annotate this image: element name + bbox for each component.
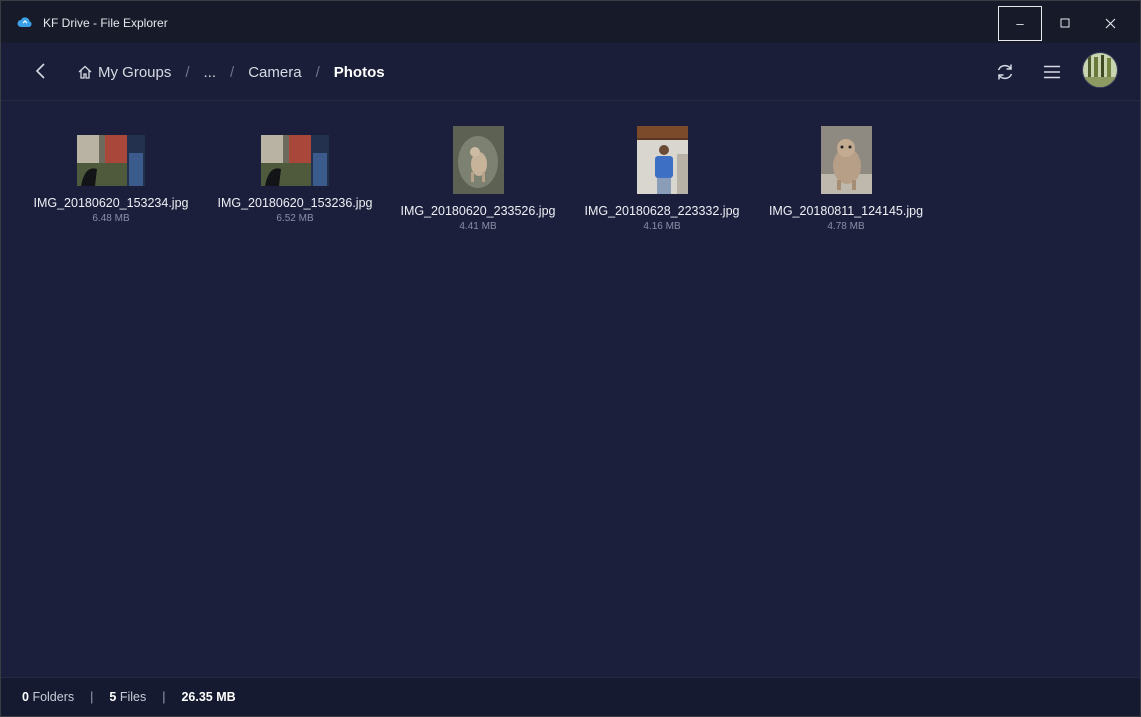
breadcrumb-home[interactable]: My Groups [77,64,171,81]
file-name: IMG_20180811_124145.jpg [768,204,924,218]
file-thumbnail [77,135,145,186]
close-button[interactable] [1088,5,1132,41]
file-name: IMG_20180620_233526.jpg [400,204,556,218]
file-item[interactable]: IMG_20180620_153234.jpg 6.48 MB [19,125,203,224]
file-size: 4.41 MB [459,221,497,232]
file-item[interactable]: IMG_20180620_153236.jpg 6.52 MB [203,125,387,224]
file-grid: IMG_20180620_153234.jpg 6.48 MB IMG_2018… [1,101,1140,678]
file-item[interactable]: IMG_20180628_223332.jpg 4.16 MB [570,125,754,232]
back-arrow-icon[interactable] [31,61,51,81]
file-name: IMG_20180620_153234.jpg [33,196,189,210]
menu-icon[interactable] [1041,61,1063,83]
file-size: 6.52 MB [276,213,314,224]
close-icon [1105,18,1115,28]
status-bar: 0 Folders | 5 Files | 26.35 MB [1,677,1140,716]
cloud-icon [17,17,32,27]
breadcrumb-ellipsis[interactable]: ... [204,64,217,81]
avatar[interactable] [1082,52,1118,88]
file-thumbnail [452,126,504,194]
maximize-button[interactable] [1043,5,1087,41]
file-size: 4.16 MB [643,221,681,232]
breadcrumb: My Groups / ... / Camera / Photos [77,62,385,82]
title-bar: KF Drive - File Explorer – [1,1,1140,43]
file-thumbnail [261,135,329,186]
maximize-icon [1060,18,1070,28]
status-divider: | [162,690,166,704]
file-thumbnail [820,126,872,194]
file-name: IMG_20180628_223332.jpg [584,204,740,218]
refresh-icon[interactable] [994,61,1016,83]
file-thumbnail [636,126,688,194]
folders-label: Folders [32,690,75,704]
file-item[interactable]: IMG_20180620_233526.jpg 4.41 MB [386,125,570,232]
toolbar: My Groups / ... / Camera / Photos [1,43,1140,101]
files-label: Files [119,690,147,704]
breadcrumb-camera[interactable]: Camera [248,64,301,81]
minimize-button[interactable]: – [998,6,1042,41]
window-title: KF Drive - File Explorer [43,16,168,30]
file-name: IMG_20180620_153236.jpg [217,196,373,210]
total-size: 26.35 MB [181,690,236,704]
breadcrumb-separator: / [230,63,235,81]
folders-count: 0 [22,690,29,704]
app-window: KF Drive - File Explorer – My Groups / .… [0,0,1141,717]
minimize-icon: – [1016,16,1024,31]
file-size: 4.78 MB [827,221,865,232]
status-divider: | [90,690,94,704]
file-item[interactable]: IMG_20180811_124145.jpg 4.78 MB [754,125,938,232]
breadcrumb-current: Photos [333,63,385,81]
avatar-image [1083,53,1117,87]
home-icon [78,65,92,79]
files-count: 5 [109,690,117,704]
file-size: 6.48 MB [92,213,130,224]
breadcrumb-home-label: My Groups [98,63,172,81]
breadcrumb-separator: / [185,63,190,81]
breadcrumb-separator: / [315,63,320,81]
